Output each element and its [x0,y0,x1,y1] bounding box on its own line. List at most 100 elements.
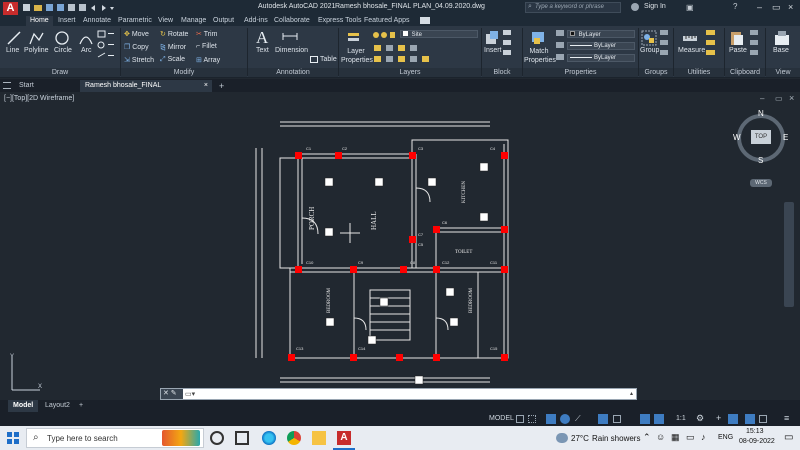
dimension-button[interactable]: Dimension [275,47,308,54]
language-indicator[interactable]: ENG [718,434,733,441]
utilities-small-icons[interactable] [706,30,715,60]
arc-button[interactable]: Arc [81,47,92,54]
color-dropdown[interactable]: ByLayer [567,30,635,38]
block-group-label[interactable]: Block [482,68,522,77]
tray-chevron-icon[interactable]: ⌃ [643,432,651,443]
wcs-menu[interactable]: WCS [750,179,772,187]
people-icon[interactable]: ☺ [656,432,665,442]
trim-button[interactable]: ✂ Trim [196,30,217,38]
tab-model[interactable]: Model [8,400,39,412]
groups-group-label[interactable]: Groups [639,68,673,77]
drawing-viewport[interactable]: [−][Top][2D Wireframe] – ▭ × PORCH HALL … [0,92,800,400]
scale-button[interactable]: ⤢ Scale [160,56,185,64]
network-icon[interactable]: ▦ [671,432,680,443]
group-tools-icons[interactable] [660,30,668,60]
layers-group-label[interactable]: Layers [339,68,481,77]
customization-menu-icon[interactable]: ≡ [784,413,789,423]
command-input[interactable] [205,390,625,399]
layer-state-icons[interactable] [372,30,400,40]
help-icon[interactable]: ? [733,2,737,11]
tab-express-tools[interactable]: Express Tools [318,16,361,26]
isodraft-icon[interactable]: ⟋ [575,414,581,424]
mirror-button[interactable]: ⧎ Mirror [160,43,186,51]
search-highlight-image[interactable] [162,430,200,446]
volume-icon[interactable]: ♪ [701,432,706,442]
weather-text[interactable]: Rain showers [592,434,640,443]
file-explorer-icon[interactable] [312,431,326,445]
properties-small-icons[interactable] [556,30,564,62]
block-tools-icons[interactable] [503,30,511,60]
close-button[interactable]: × [788,2,793,12]
tab-layout2[interactable]: Layout2 [40,400,75,412]
new-layout-button[interactable]: + [74,400,88,412]
base-button[interactable]: Base [773,47,789,54]
navigation-bar[interactable] [784,202,794,307]
viewport-close-icon[interactable]: × [789,93,794,103]
draw-group-label[interactable]: Draw [0,68,120,77]
sign-in-link[interactable]: Sign In [644,3,666,10]
tab-drawing[interactable]: Ramesh bhosale_FINAL PLAN_04.09.2020* × [80,80,212,101]
edge-icon[interactable] [262,431,276,445]
chrome-icon[interactable] [287,431,301,445]
app-menu-icon[interactable] [3,82,11,89]
annotation-scale-icon[interactable] [640,414,650,424]
command-scroll-icon[interactable]: ▴ [630,390,633,397]
match-properties-button[interactable]: Match Properties [524,47,556,65]
tab-output[interactable]: Output [213,16,234,26]
annotation-group-label[interactable]: Annotation [248,68,338,77]
line-button[interactable]: Line [6,47,19,54]
stretch-button[interactable]: ⇲ Stretch [124,56,154,64]
clipboard-group-label[interactable]: Clipboard [725,68,765,77]
weather-icon[interactable] [556,433,568,443]
battery-icon[interactable]: ▭ [686,432,695,443]
quick-properties-icon[interactable] [745,414,755,424]
polyline-button[interactable]: Polyline [24,47,49,54]
annotation-visibility-icon[interactable] [654,414,664,424]
clock-date[interactable]: 08-09-2022 [739,438,775,445]
tab-featured-apps[interactable]: Featured Apps [364,16,410,26]
ribbon-minimize-icon[interactable] [420,17,430,24]
maximize-button[interactable]: ▭ [772,2,781,13]
command-history-icon[interactable]: ▭▾ [185,390,195,398]
tab-home[interactable]: Home [26,16,53,26]
object-snap-icon[interactable] [598,414,608,424]
notification-icon[interactable]: ▭ [784,432,793,443]
weather-temp[interactable]: 27°C [571,434,589,443]
user-icon[interactable] [631,3,639,11]
viewcube-west[interactable]: W [733,133,741,142]
clipboard-small-icons[interactable] [750,30,758,60]
workspace-gear-icon[interactable]: ⚙ [696,413,704,424]
grid-toggle-icon[interactable] [516,415,524,423]
view-group-label[interactable]: View [766,68,800,77]
cortana-icon[interactable] [210,431,224,445]
array-button[interactable]: ⊞ Array [196,56,220,64]
tab-add-ins[interactable]: Add-ins [244,16,268,26]
fillet-button[interactable]: ⌐ Fillet [196,43,217,50]
table-button[interactable]: Table [320,56,337,63]
tab-annotate[interactable]: Annotate [83,16,111,26]
task-view-icon[interactable] [235,431,249,445]
clean-screen-icon[interactable] [759,415,767,423]
linetype-dropdown[interactable]: ByLayer [567,42,635,50]
viewport-minimize-icon[interactable]: – [760,94,764,103]
autocad-taskbar-icon[interactable]: A [337,431,351,445]
search-field[interactable]: ⌕ Type a keyword or phrase [525,2,621,13]
command-line-close-icon[interactable]: ✕ ✎ [161,389,183,399]
modify-group-label[interactable]: Modify [121,68,247,77]
lineweight-toggle-icon[interactable] [613,415,621,423]
tab-parametric[interactable]: Parametric [118,16,152,26]
measure-button[interactable]: Measure [678,47,705,54]
tab-view[interactable]: View [158,16,173,26]
floor-plan-drawing[interactable]: PORCH HALL KITCHEN BEDROOM BEDROOM TOILE… [250,118,520,388]
tab-start[interactable]: Start [14,80,39,92]
autocad-logo-icon[interactable]: A [3,2,18,15]
annotation-monitor-icon[interactable]: + [716,413,721,423]
layer-dropdown[interactable]: Site [400,30,478,38]
viewcube-top-face[interactable]: TOP [751,130,771,144]
paste-button[interactable]: Paste [729,47,747,54]
layer-tools-icons[interactable] [372,43,480,65]
layer-properties-button[interactable]: Layer Properties [341,47,373,65]
rotate-button[interactable]: ↻ Rotate [160,30,188,38]
viewcube-north[interactable]: N [758,109,764,118]
windows-start-icon[interactable] [7,432,19,444]
